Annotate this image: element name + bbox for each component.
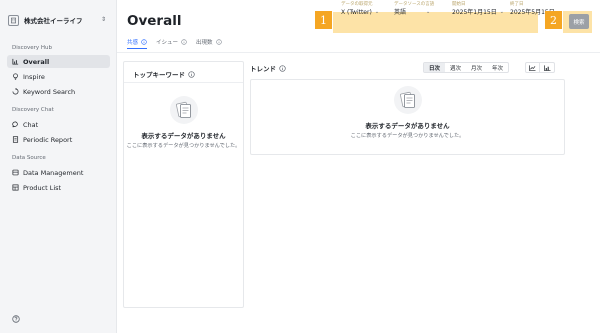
- empty-documents-icon: [393, 86, 422, 114]
- granularity-yearly[interactable]: 年次: [487, 63, 508, 72]
- sidebar-item-label: Keyword Search: [23, 87, 76, 96]
- section-label-hub: Discovery Hub: [12, 45, 53, 51]
- tab-occurrences[interactable]: 出現数: [196, 35, 222, 49]
- info-icon[interactable]: [279, 64, 286, 72]
- building-icon: [8, 14, 19, 26]
- lightbulb-icon: [12, 73, 19, 80]
- chevron-down-icon: ⌄: [374, 9, 380, 15]
- tab-label: 共感: [127, 39, 139, 46]
- chat-icon: [12, 121, 19, 128]
- empty-state: 表示するデータがありません ここに表示するデータが見つかりませんでした。: [124, 95, 243, 149]
- filter-language[interactable]: データソースの言語 英語 ⌄: [394, 2, 446, 19]
- line-chart-icon[interactable]: [526, 63, 540, 72]
- empty-documents-icon: [169, 96, 198, 124]
- divider: [124, 82, 243, 83]
- sidebar-item-label: Product List: [23, 183, 62, 192]
- sidebar-item-label: Data Management: [23, 168, 84, 177]
- chart-type-toggle: [525, 62, 555, 73]
- empty-state: 表示するデータがありません ここに表示するデータが見つかりませんでした。: [251, 85, 564, 139]
- step-badge-1: 1: [315, 11, 332, 29]
- info-icon: [215, 39, 222, 45]
- sidebar-item-label: Chat: [23, 120, 39, 129]
- filter-value: 2025年1月15日: [452, 9, 497, 16]
- step-badge-2: 2: [545, 11, 562, 29]
- granularity-monthly[interactable]: 月次: [466, 63, 487, 72]
- granularity-weekly[interactable]: 週次: [445, 63, 466, 72]
- bar-chart-icon[interactable]: [540, 63, 554, 72]
- sidebar-item-inspire[interactable]: Inspire: [7, 70, 110, 83]
- filter-data-source[interactable]: データの取得元 X (Twitter) ⌄: [341, 2, 391, 19]
- database-icon: [12, 169, 19, 176]
- page-title: Overall: [127, 13, 182, 29]
- chevron-down-icon: ⌄: [499, 9, 504, 15]
- info-icon: [141, 38, 147, 45]
- top-keywords-panel: トップキーワード 表示するデータがありません ここに表示するデータが見つかりませ…: [123, 61, 244, 308]
- sidebar: 株式会社イーライフ ⇕ Discovery Hub Overall Inspir…: [0, 0, 117, 333]
- chart-icon: [12, 58, 19, 65]
- filter-value: X (Twitter): [341, 9, 372, 16]
- sidebar-item-label: Overall: [23, 57, 50, 66]
- help-icon[interactable]: [12, 308, 20, 323]
- tab-label: 出現数: [196, 40, 213, 46]
- org-name: 株式会社イーライフ: [24, 17, 83, 25]
- tab-issue[interactable]: イシュー: [156, 35, 187, 49]
- panel-title: トップキーワード: [133, 69, 195, 79]
- chevron-down-icon: ⌄: [426, 9, 431, 15]
- trend-panel: 表示するデータがありません ここに表示するデータが見つかりませんでした。: [250, 79, 565, 155]
- granularity-toggle: 日次 週次 月次 年次: [423, 62, 510, 73]
- tab-label: イシュー: [156, 40, 179, 46]
- panel-title-text: トレンド: [250, 65, 276, 73]
- sidebar-item-label: Periodic Report: [23, 135, 73, 144]
- chevron-updown-icon: ⇕: [100, 16, 106, 23]
- section-label-chat: Discovery Chat: [12, 107, 54, 113]
- search-button[interactable]: 検索: [569, 14, 589, 29]
- info-icon[interactable]: [188, 70, 195, 78]
- empty-subtitle: ここに表示するデータが見つかりませんでした。: [126, 143, 241, 149]
- empty-title: 表示するデータがありません: [365, 122, 450, 130]
- sidebar-item-data-management[interactable]: Data Management: [7, 166, 110, 179]
- empty-title: 表示するデータがありません: [141, 132, 226, 140]
- section-label-source: Data Source: [12, 155, 46, 161]
- sidebar-item-keyword-search[interactable]: Keyword Search: [7, 85, 110, 98]
- granularity-daily[interactable]: 日次: [424, 63, 446, 72]
- panel-title-text: トップキーワード: [133, 71, 185, 79]
- sidebar-item-overall[interactable]: Overall: [7, 55, 110, 68]
- sidebar-item-label: Inspire: [23, 72, 45, 81]
- document-icon: [12, 136, 19, 143]
- trend-title: トレンド: [250, 63, 286, 73]
- search-icon: [12, 88, 19, 95]
- sidebar-item-chat[interactable]: Chat: [7, 118, 110, 131]
- empty-subtitle: ここに表示するデータが見つかりませんでした。: [350, 133, 465, 139]
- filter-start-date[interactable]: 開始日 2025年1月15日 ⌄: [452, 2, 508, 19]
- list-icon: [12, 184, 19, 191]
- sidebar-item-periodic-report[interactable]: Periodic Report: [7, 133, 110, 146]
- tab-empathy[interactable]: 共感: [127, 35, 148, 49]
- filter-value: 英語: [394, 9, 407, 16]
- divider: [117, 52, 600, 53]
- info-icon: [181, 39, 187, 45]
- org-switcher[interactable]: 株式会社イーライフ ⇕: [8, 12, 110, 28]
- sidebar-item-product-list[interactable]: Product List: [7, 181, 110, 194]
- tab-bar: 共感 イシュー 出現数: [127, 35, 231, 49]
